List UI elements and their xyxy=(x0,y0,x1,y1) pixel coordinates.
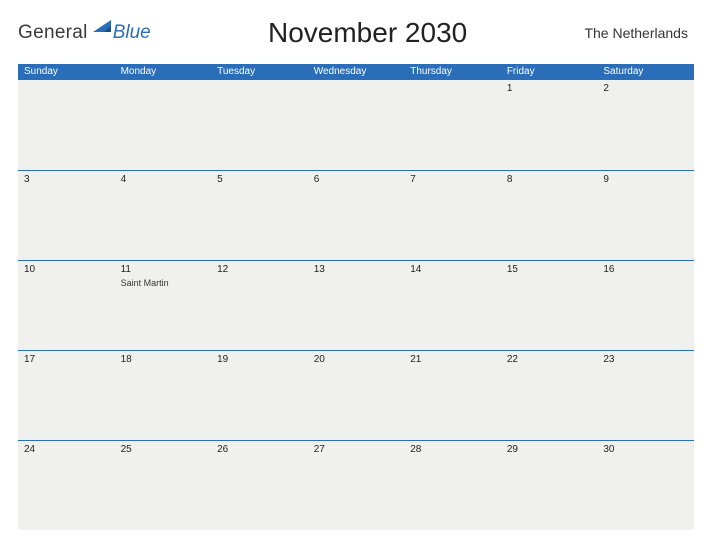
day-number: 16 xyxy=(603,263,688,277)
calendar-cell: 22 xyxy=(501,350,598,440)
day-header: Tuesday xyxy=(211,64,308,80)
day-number: 24 xyxy=(24,443,109,457)
day-header-row: Sunday Monday Tuesday Wednesday Thursday… xyxy=(18,64,694,80)
calendar-cell: 11Saint Martin xyxy=(115,260,212,350)
calendar-cell: 9 xyxy=(597,170,694,260)
calendar-cell: 16 xyxy=(597,260,694,350)
calendar-row: 17 18 19 20 21 22 23 xyxy=(18,350,694,440)
day-header: Wednesday xyxy=(308,64,405,80)
day-number: 21 xyxy=(410,353,495,367)
calendar-cell: 24 xyxy=(18,440,115,530)
brand-part1: General xyxy=(18,22,88,44)
calendar-cell: 4 xyxy=(115,170,212,260)
day-number: 2 xyxy=(603,82,688,96)
calendar-cell: 23 xyxy=(597,350,694,440)
calendar-cell: 25 xyxy=(115,440,212,530)
calendar-cell: 27 xyxy=(308,440,405,530)
day-number: 29 xyxy=(507,443,592,457)
event-label: Saint Martin xyxy=(121,278,206,288)
day-number: 11 xyxy=(121,263,206,277)
calendar-cell: 19 xyxy=(211,350,308,440)
calendar-cell xyxy=(404,80,501,170)
day-number: 20 xyxy=(314,353,399,367)
calendar-cell: 21 xyxy=(404,350,501,440)
calendar-row: 3456789 xyxy=(18,170,694,260)
flag-icon xyxy=(93,19,111,31)
day-number: 23 xyxy=(603,353,688,367)
day-number: 1 xyxy=(507,82,592,96)
brand-part2: Blue xyxy=(113,22,151,44)
day-header: Monday xyxy=(115,64,212,80)
calendar-cell: 5 xyxy=(211,170,308,260)
calendar-table: Sunday Monday Tuesday Wednesday Thursday… xyxy=(18,64,694,530)
calendar-cell: 28 xyxy=(404,440,501,530)
day-header: Sunday xyxy=(18,64,115,80)
day-header: Thursday xyxy=(404,64,501,80)
calendar-cell: 20 xyxy=(308,350,405,440)
day-number: 26 xyxy=(217,443,302,457)
day-number: 8 xyxy=(507,173,592,187)
header-bar: General Blue November 2030 The Netherlan… xyxy=(18,10,694,56)
day-number: 22 xyxy=(507,353,592,367)
calendar-cell xyxy=(18,80,115,170)
day-number: 14 xyxy=(410,263,495,277)
day-number: 6 xyxy=(314,173,399,187)
day-number: 30 xyxy=(603,443,688,457)
brand-logo: General Blue xyxy=(18,22,151,44)
calendar-row: 10 11Saint Martin 12 13 14 15 16 xyxy=(18,260,694,350)
calendar-cell: 8 xyxy=(501,170,598,260)
day-number: 25 xyxy=(121,443,206,457)
calendar-cell: 30 xyxy=(597,440,694,530)
calendar-cell: 26 xyxy=(211,440,308,530)
calendar-cell: 13 xyxy=(308,260,405,350)
calendar-row: 12 xyxy=(18,80,694,170)
calendar-title: November 2030 xyxy=(268,17,467,49)
day-number: 15 xyxy=(507,263,592,277)
day-number: 19 xyxy=(217,353,302,367)
day-number: 28 xyxy=(410,443,495,457)
day-number: 10 xyxy=(24,263,109,277)
calendar-cell: 7 xyxy=(404,170,501,260)
calendar-cell: 10 xyxy=(18,260,115,350)
day-number: 12 xyxy=(217,263,302,277)
calendar-cell xyxy=(308,80,405,170)
calendar-cell: 14 xyxy=(404,260,501,350)
calendar-cell: 6 xyxy=(308,170,405,260)
day-number: 3 xyxy=(24,173,109,187)
day-header: Saturday xyxy=(597,64,694,80)
day-header: Friday xyxy=(501,64,598,80)
day-number: 17 xyxy=(24,353,109,367)
day-number: 18 xyxy=(121,353,206,367)
calendar-row: 24 25 26 27 28 29 30 xyxy=(18,440,694,530)
day-number: 9 xyxy=(603,173,688,187)
day-number: 27 xyxy=(314,443,399,457)
calendar-cell: 2 xyxy=(597,80,694,170)
country-label: The Netherlands xyxy=(584,25,694,41)
day-number: 13 xyxy=(314,263,399,277)
calendar-cell: 29 xyxy=(501,440,598,530)
calendar-cell xyxy=(211,80,308,170)
calendar-cell: 18 xyxy=(115,350,212,440)
calendar-cell: 17 xyxy=(18,350,115,440)
day-number: 7 xyxy=(410,173,495,187)
calendar-cell: 3 xyxy=(18,170,115,260)
calendar-cell xyxy=(115,80,212,170)
calendar-cell: 12 xyxy=(211,260,308,350)
day-number: 5 xyxy=(217,173,302,187)
day-number: 4 xyxy=(121,173,206,187)
calendar-cell: 1 xyxy=(501,80,598,170)
calendar-cell: 15 xyxy=(501,260,598,350)
